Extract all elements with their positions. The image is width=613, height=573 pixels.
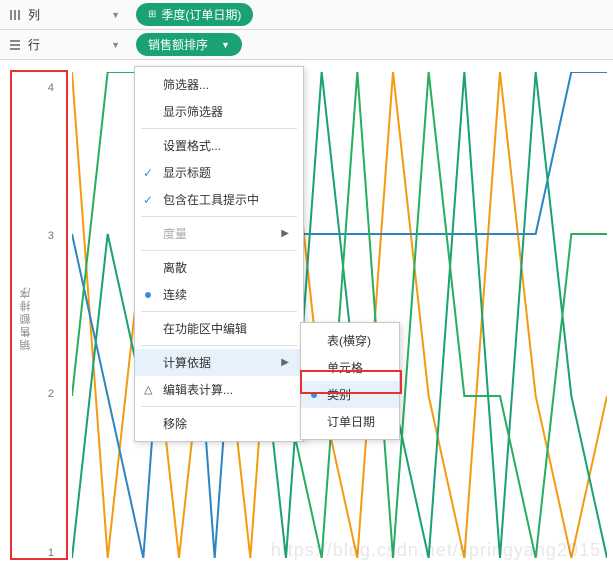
chevron-right-icon: ▶	[281, 357, 289, 368]
columns-pill[interactable]: ⊞ 季度(订单日期)	[136, 3, 253, 26]
plus-icon: ⊞	[148, 9, 156, 20]
menu-show-filter[interactable]: 显示筛选器	[135, 98, 303, 125]
menu-separator	[141, 250, 297, 251]
menu-remove[interactable]: 移除	[135, 410, 303, 437]
columns-shelf[interactable]: 列 ▼ ⊞ 季度(订单日期)	[0, 0, 613, 30]
menu-measure: 度量▶	[135, 220, 303, 247]
axis-highlight-box	[10, 70, 68, 560]
menu-continuous[interactable]: 连续	[135, 281, 303, 308]
rows-pill-label: 销售额排序	[148, 36, 208, 53]
menu-separator	[141, 345, 297, 346]
menu-separator	[141, 311, 297, 312]
compute-using-submenu: 表(横穿) 单元格 类别 订单日期	[300, 322, 400, 440]
rows-label: 行	[28, 36, 40, 53]
menu-discrete[interactable]: 离散	[135, 254, 303, 281]
chevron-down-icon: ▼	[221, 40, 230, 50]
rows-shelf[interactable]: 行 ▼ 销售额排序 ▼	[0, 30, 613, 60]
context-menu: 筛选器... 显示筛选器 设置格式... ✓显示标题 ✓包含在工具提示中 度量▶…	[134, 66, 304, 442]
chevron-down-icon[interactable]: ▼	[111, 40, 120, 50]
delta-icon: △	[144, 383, 152, 396]
menu-format[interactable]: 设置格式...	[135, 132, 303, 159]
submenu-table-across[interactable]: 表(横穿)	[301, 327, 399, 354]
menu-separator	[141, 128, 297, 129]
columns-icon	[8, 8, 22, 22]
submenu-order-date[interactable]: 订单日期	[301, 408, 399, 435]
dot-icon	[311, 392, 317, 398]
chart-area: 销售额排序 4 3 2 1	[0, 62, 613, 573]
menu-separator	[141, 406, 297, 407]
submenu-cell[interactable]: 单元格	[301, 354, 399, 381]
menu-filter[interactable]: 筛选器...	[135, 71, 303, 98]
menu-edit-table-calc[interactable]: △编辑表计算...	[135, 376, 303, 403]
menu-show-header[interactable]: ✓显示标题	[135, 159, 303, 186]
chevron-right-icon: ▶	[281, 228, 289, 239]
columns-label: 列	[28, 6, 40, 23]
columns-label-box: 列 ▼	[8, 6, 128, 23]
check-icon: ✓	[143, 166, 153, 180]
rows-label-box: 行 ▼	[8, 36, 128, 53]
menu-compute-using[interactable]: 计算依据▶	[135, 349, 303, 376]
submenu-category[interactable]: 类别	[301, 381, 399, 408]
dot-icon	[145, 292, 151, 298]
check-icon: ✓	[143, 193, 153, 207]
chevron-down-icon[interactable]: ▼	[111, 10, 120, 20]
menu-edit-shelf[interactable]: 在功能区中编辑	[135, 315, 303, 342]
rows-icon	[8, 38, 22, 52]
rows-pill[interactable]: 销售额排序 ▼	[136, 33, 242, 56]
menu-tooltip[interactable]: ✓包含在工具提示中	[135, 186, 303, 213]
columns-pill-label: 季度(订单日期)	[161, 6, 241, 23]
menu-separator	[141, 216, 297, 217]
